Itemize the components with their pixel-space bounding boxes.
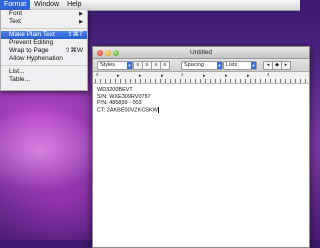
lists-select-label: Lists	[226, 62, 238, 68]
ruler[interactable]: 0 2 4 ▸ ▸ ▸ ▸ ▸ ▸	[93, 72, 309, 84]
tab-right-button[interactable]: ▸	[281, 61, 291, 70]
lists-select[interactable]: Lists ▼	[223, 61, 257, 70]
document-window: Untitled Styles ▼ ≡ ≡ ≡ ≡ Spacing ▼ List…	[92, 46, 310, 248]
menu-shortcut: ⇧⌘W	[64, 47, 83, 54]
styles-select[interactable]: Styles ▼	[97, 61, 133, 70]
spacing-select-label: Spacing	[184, 62, 204, 68]
ruler-ticks	[95, 79, 307, 83]
document-text-area[interactable]: WD3200BEVT S/N: WXE309RV0787 P/N: 485899…	[93, 84, 309, 116]
ruler-number: 0	[96, 72, 99, 77]
menu-shortcut: ⇧⌘T	[67, 31, 83, 38]
window-title: Untitled	[189, 49, 213, 56]
chevron-down-icon: ▼	[251, 62, 256, 69]
menu-window[interactable]: Window	[30, 0, 63, 10]
submenu-arrow-icon: ▶	[79, 19, 83, 25]
menu-item-label: Make Plain Text	[9, 31, 55, 38]
menu-item-label: Table...	[9, 76, 30, 83]
menu-item-label: Prevent Editing	[9, 39, 54, 46]
ruler-number: 4	[267, 72, 270, 77]
menu-separator	[1, 65, 87, 66]
menu-item-text[interactable]: Text ▶	[1, 18, 87, 26]
menu-item-wrap-to-page[interactable]: Wrap to Page ⇧⌘W	[1, 47, 87, 55]
menu-item-label: Text	[9, 18, 21, 25]
menu-item-prevent-editing[interactable]: Prevent Editing	[1, 39, 87, 47]
format-toolbar: Styles ▼ ≡ ≡ ≡ ≡ Spacing ▼ Lists ▼ ◂ ◆ ▸	[93, 59, 309, 72]
chevron-down-icon: ▼	[217, 62, 222, 69]
menu-format[interactable]: Format	[0, 0, 31, 10]
text-cursor	[157, 106, 159, 113]
format-menu-dropdown: Font ▶ Text ▶ Make Plain Text ⇧⌘T Preven…	[0, 10, 88, 91]
menu-separator	[1, 28, 87, 29]
menu-item-label: List...	[9, 68, 25, 75]
spacing-select[interactable]: Spacing ▼	[181, 61, 223, 70]
menu-item-label: Wrap to Page	[9, 47, 49, 54]
justify-button[interactable]: ≡	[160, 61, 170, 70]
styles-select-label: Styles	[100, 62, 115, 68]
menu-item-allow-hyphenation[interactable]: Allow Hyphenation	[1, 55, 87, 63]
menu-help[interactable]: Help	[63, 0, 85, 10]
menu-item-make-plain-text[interactable]: Make Plain Text ⇧⌘T	[1, 31, 87, 39]
chevron-down-icon: ▼	[127, 62, 132, 69]
text-line-content: CT: 2AKBE00VZKCSKW	[97, 106, 158, 113]
menu-item-table[interactable]: Table...	[1, 76, 87, 84]
submenu-arrow-icon: ▶	[79, 11, 83, 17]
text-line: CT: 2AKBE00VZKCSKW	[97, 106, 305, 114]
menu-item-label: Font	[9, 10, 23, 17]
window-titlebar[interactable]: Untitled	[93, 47, 309, 59]
menu-item-label: Allow Hyphenation	[9, 55, 63, 62]
ruler-number: 2	[181, 72, 184, 77]
menu-item-font[interactable]: Font ▶	[1, 10, 87, 18]
menu-item-list[interactable]: List...	[1, 68, 87, 76]
